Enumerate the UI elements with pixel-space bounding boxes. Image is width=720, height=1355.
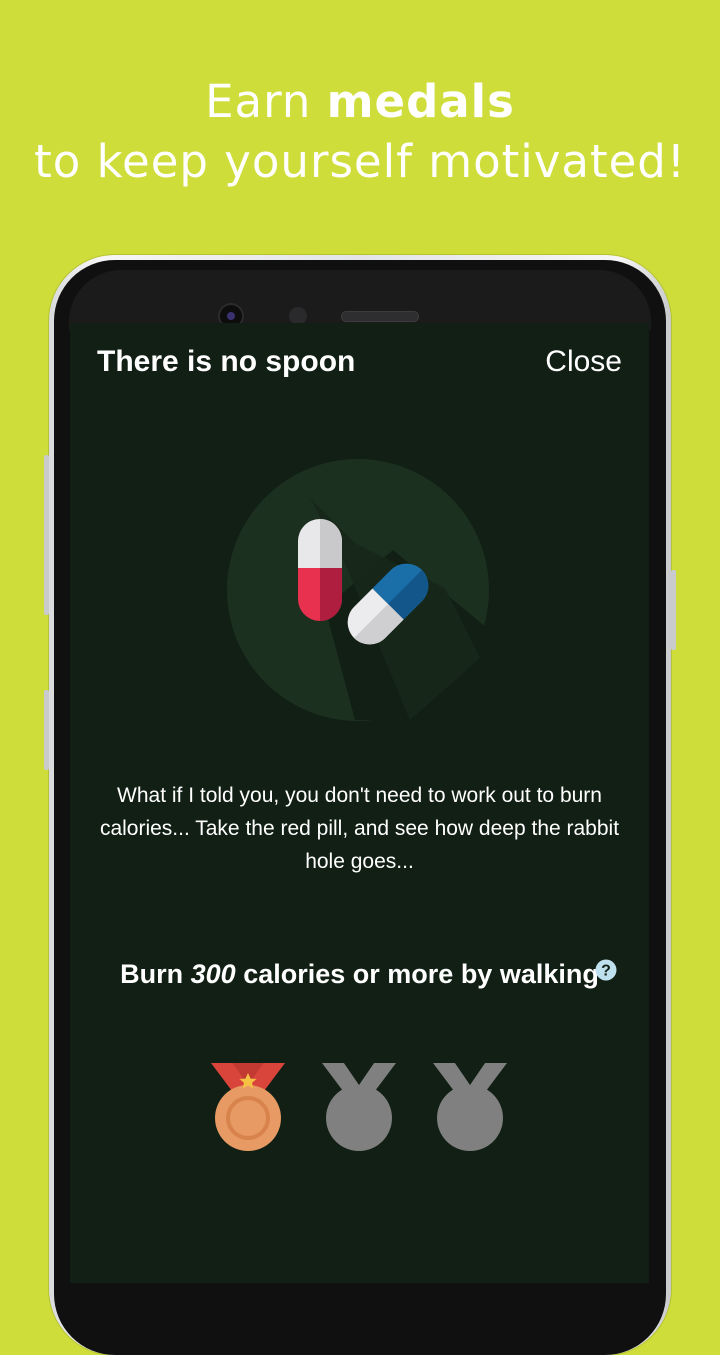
- dialog-title: There is no spoon: [97, 345, 356, 378]
- headline-line-2: to keep yourself motivated!: [34, 135, 686, 188]
- silver-medal-locked-icon: [322, 1063, 396, 1151]
- red-pill: [298, 519, 342, 621]
- power-button: [671, 570, 676, 650]
- headline-highlight: medals: [326, 75, 515, 128]
- headline-prefix: Earn: [205, 75, 312, 128]
- bixby-button: [44, 690, 49, 770]
- svg-text:?: ?: [601, 963, 611, 980]
- headline-line-1: Earn medals: [0, 72, 720, 132]
- gold-medal-locked-icon: [433, 1063, 507, 1151]
- earpiece-speaker: [341, 311, 419, 322]
- bronze-medal-icon: [211, 1063, 285, 1151]
- goal-suffix: calories or more by walking: [243, 959, 599, 989]
- goal-prefix: Burn: [120, 959, 184, 989]
- pills-icon: [227, 459, 489, 721]
- help-circle-icon[interactable]: ?: [595, 959, 617, 981]
- close-button[interactable]: Close: [545, 345, 622, 379]
- promo-headline: Earn medals to keep yourself motivated!: [0, 72, 720, 192]
- achievement-description: What if I told you, you don't need to wo…: [99, 784, 620, 873]
- achievement-dialog: There is no spoon Close What if I told y…: [70, 323, 649, 1283]
- goal-value: 300: [190, 959, 236, 989]
- volume-button: [44, 455, 49, 615]
- phone-top-bar: [69, 270, 651, 330]
- achievement-goal: Burn 300 calories or more by walking: [70, 959, 649, 990]
- medal-row: [211, 1063, 511, 1153]
